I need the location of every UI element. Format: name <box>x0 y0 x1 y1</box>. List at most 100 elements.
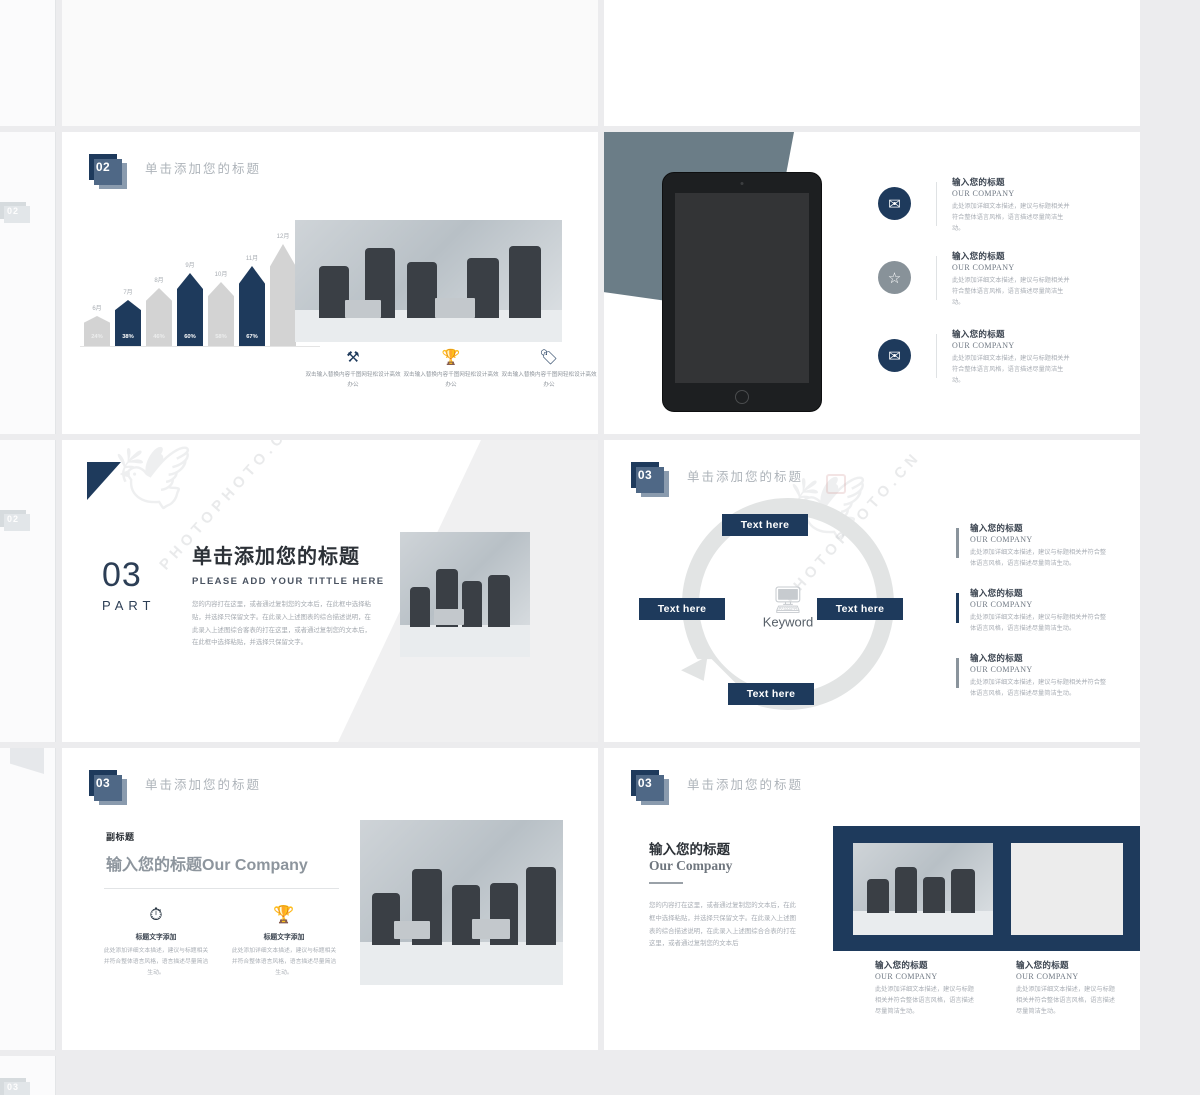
item-body: 此处添加详细文本描述，建议与标题相关并符合整体语言风格，语言描述尽量简洁生动。 <box>952 277 1070 306</box>
slide-badge: 03 <box>631 770 669 805</box>
bar-1: 7月 38% <box>115 290 141 346</box>
item-title-cn: 输入您的标题 <box>952 177 1005 187</box>
photo-frame <box>833 826 1140 951</box>
photo-laptop <box>345 299 381 318</box>
slide-part03[interactable]: 🕊 PHOTOPHOTO.CN 03 PART 单击添加您的标题 PLEASE … <box>62 440 598 742</box>
feature-caption-1: 双击输入替换内容千图网轻松设计高效办公 <box>403 372 499 388</box>
cycle-box-top[interactable]: Text here <box>722 514 808 536</box>
bar-category-2: 8月 <box>154 278 164 284</box>
caption-title-en: OUR COMPANY <box>1016 972 1079 981</box>
devices-icon: 🖥 <box>771 584 805 615</box>
team-photo <box>295 220 562 342</box>
keyword-label: Keyword <box>762 614 814 630</box>
cycle-box-left[interactable]: Text here <box>639 598 725 620</box>
bar-category-6: 12月 <box>276 234 290 240</box>
part-label: PART <box>102 598 156 613</box>
bar-value-5: 67% <box>246 334 258 340</box>
cutoff-slide-3[interactable] <box>0 748 56 1050</box>
item-title-cn: 输入您的标题 <box>970 588 1023 598</box>
bar-5: 11月 67% <box>239 256 265 346</box>
slide-keyword[interactable]: 03 单击添加您的标题 🕊 PHOTOPHOTO.CN 🖥 Keyword Te… <box>604 440 1140 742</box>
item-body: 此处添加详细文本描述，建议与标题相关并符合整体语言风格，语言描述尽量简洁生动。 <box>952 355 1070 384</box>
part-number: 03 <box>102 556 142 594</box>
chart-baseline <box>80 346 320 347</box>
slide-frame[interactable]: 03 单击添加您的标题 输入您的标题 Our Company 您的内容打在这里，… <box>604 748 1140 1050</box>
tag-icon: 🏷 <box>539 349 559 366</box>
tablet-camera <box>740 182 744 185</box>
watermark-text: PHOTOPHOTO.CN <box>156 440 301 574</box>
bar-category-4: 10月 <box>214 272 228 278</box>
item-title-en: OUR COMPANY <box>970 600 1033 609</box>
heading-block: 输入您的标题 Our Company <box>649 838 732 874</box>
slide-badge: 03 <box>89 770 127 805</box>
slide-header: 03 单击添加您的标题 <box>631 770 804 805</box>
cutoff-slide-0[interactable] <box>0 0 56 126</box>
heading-cn: 输入您的标题 <box>106 857 203 874</box>
item-title-cn: 输入您的标题 <box>970 523 1023 533</box>
part-title-cn: 单击添加您的标题 <box>192 546 360 568</box>
tools-icon: ⚒ <box>346 349 360 366</box>
bar-chart: 6月 24% 7月 38% 8月 46% 9月 60% 10月 58% 11月 … <box>84 234 296 346</box>
slide-title: 单击添加您的标题 <box>687 777 804 792</box>
tablet-item-0: 输入您的标题 OUR COMPANY 此处添加详细文本描述，建议与标题相关并符合… <box>952 176 1072 235</box>
heading-body: 您的内容打在这里，或者通过复制您的文本后，在此框中选择粘贴，并选择只保留文字。在… <box>649 902 796 948</box>
tablet-item-2: 输入您的标题 OUR COMPANY 此处添加详细文本描述，建议与标题相关并符合… <box>952 328 1072 387</box>
cutoff-slide-2[interactable]: 02 <box>0 440 56 742</box>
divider <box>104 888 339 889</box>
part-number-block: 03 PART <box>102 558 155 613</box>
team-photo <box>360 820 563 985</box>
slides-grid: 40% 50% 90% 70% 04 03 输入您的标题 OUR COMPANY… <box>62 0 1140 1050</box>
slide-toggles[interactable]: 单击添加您的标题 此处添加详细文本描述，建议与标题相关并符合整体语言风格，语言描… <box>604 0 1140 126</box>
cycle-box-right[interactable]: Text here <box>817 598 903 620</box>
inbox-icon[interactable]: ✉ <box>878 187 911 220</box>
cycle-box-bottom[interactable]: Text here <box>728 683 814 705</box>
item-accent-1 <box>956 593 959 623</box>
caption-title-en: OUR COMPANY <box>875 972 938 981</box>
bar-value-4: 58% <box>215 334 227 340</box>
heading-cn: 输入您的标题 <box>649 842 730 857</box>
cycle-arrow-icon <box>681 656 717 688</box>
item-title-cn: 输入您的标题 <box>952 329 1005 339</box>
photo-person <box>509 246 541 318</box>
keyword-item-1: 输入您的标题 OUR COMPANY 此处添加详细文本描述，建议与标题相关并符合… <box>970 587 1108 635</box>
bar-2: 8月 46% <box>146 278 172 346</box>
frame-caption-1: 输入您的标题 OUR COMPANY 此处添加详细文本描述，建议与标题相关并符合… <box>1016 959 1116 1018</box>
inbox-icon[interactable]: ✉ <box>878 339 911 372</box>
subtitle-label: 副标题 <box>106 832 135 842</box>
slide-header: 03 单击添加您的标题 <box>89 770 261 805</box>
heading-en: Our Company <box>202 857 308 874</box>
feature-tag: 🏷 双击输入替换内容千图网轻松设计高效办公 <box>501 350 597 390</box>
cutoff-corner-shape <box>10 748 44 774</box>
corner-triangle <box>87 462 121 500</box>
team-photo <box>853 843 993 935</box>
bar-value-0: 24% <box>91 334 103 340</box>
slide-tablet[interactable]: ✉ 输入您的标题 OUR COMPANY 此处添加详细文本描述，建议与标题相关并… <box>604 132 1140 434</box>
slide-badge: 02 <box>89 154 127 189</box>
heading-block: 输入您的标题Our Company <box>106 851 308 875</box>
bar-0: 6月 24% <box>84 306 110 346</box>
slide-donut[interactable]: 40% 50% 90% 70% 04 03 输入您的标题 OUR COMPANY… <box>62 0 598 126</box>
photo-person <box>407 262 437 318</box>
item-title-cn: 输入您的标题 <box>952 251 1005 261</box>
photo-person <box>526 867 556 945</box>
star-icon[interactable]: ☆ <box>878 261 911 294</box>
photo-laptop <box>472 918 510 939</box>
bar-value-2: 46% <box>153 334 165 340</box>
caption-title-cn: 输入您的标题 <box>875 960 928 970</box>
frame-caption-0: 输入您的标题 OUR COMPANY 此处添加详细文本描述，建议与标题相关并符合… <box>875 959 975 1018</box>
team-photo <box>400 532 530 657</box>
item-title-en: OUR COMPANY <box>970 535 1033 544</box>
bar-category-5: 11月 <box>245 256 259 262</box>
money-clock-icon: ⏱ <box>149 905 163 924</box>
photo-desk <box>360 942 563 985</box>
cutoff-badge-1: 02 <box>0 510 30 531</box>
photo-person <box>867 879 889 913</box>
cutoff-badge-0: 02 <box>0 202 30 223</box>
cutoff-slide-1[interactable]: 02 <box>0 132 56 434</box>
feature-trophy: 🏆 双击输入替换内容千图网轻松设计高效办公 <box>403 350 499 390</box>
cutoff-slide-4[interactable]: 03 <box>0 1056 56 1095</box>
slide-barchart[interactable]: 02 单击添加您的标题 6月 24% 7月 38% 8月 46% 9月 60% … <box>62 132 598 434</box>
left-cutoff-column: 02 02 03 <box>0 0 58 1095</box>
item-title-en: OUR COMPANY <box>952 189 1015 198</box>
slide-subtitle[interactable]: 03 单击添加您的标题 副标题 输入您的标题Our Company ⏱ 标题文字… <box>62 748 598 1050</box>
